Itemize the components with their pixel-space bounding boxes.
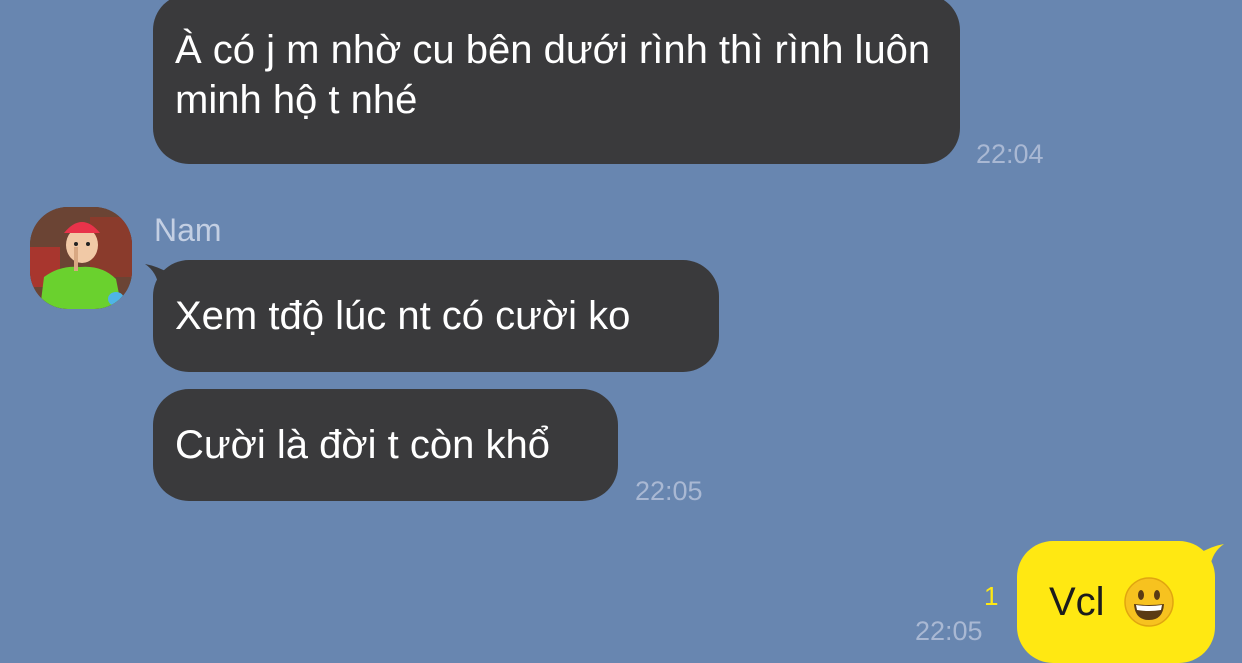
message-text: Cười là đời t còn khổ (175, 423, 550, 467)
message-timestamp: 22:05 (915, 616, 983, 646)
message-timestamp: 22:05 (635, 476, 703, 506)
message-text: Vcl (1049, 580, 1105, 624)
avatar[interactable] (30, 207, 132, 309)
avatar-photo-icon (30, 207, 132, 309)
message-bubble-incoming[interactable]: Xem tđộ lúc nt có cười ko (153, 260, 719, 372)
unread-count: 1 (984, 581, 999, 611)
message-timestamp: 22:04 (976, 139, 1044, 169)
message-bubble-outgoing[interactable]: Vcl (1017, 541, 1215, 663)
sender-name: Nam (154, 212, 222, 248)
message-text: Xem tđộ lúc nt có cười ko (175, 294, 631, 338)
message-bubble-incoming[interactable]: Cười là đời t còn khổ (153, 389, 618, 501)
message-text: À có j m nhờ cu bên dưới rình thì rình l… (175, 28, 931, 122)
message-bubble-incoming[interactable]: À có j m nhờ cu bên dưới rình thì rình l… (153, 0, 960, 164)
grinning-face-emoji-icon (1123, 577, 1174, 627)
